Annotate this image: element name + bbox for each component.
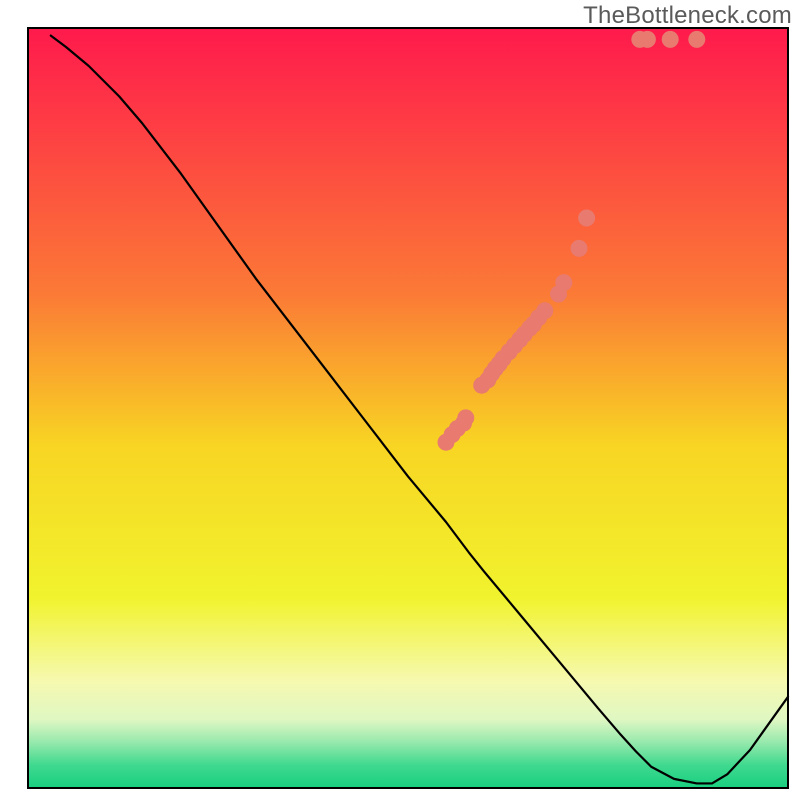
cluster-point (536, 302, 553, 319)
cluster-point (639, 31, 656, 48)
watermark-text: TheBottleneck.com (583, 2, 792, 30)
cluster-point (555, 274, 572, 291)
bottleneck-chart: TheBottleneck.com (0, 0, 800, 800)
cluster-point (662, 31, 679, 48)
cluster-point (578, 210, 595, 227)
cluster-point (571, 240, 588, 257)
plot-background (28, 28, 788, 788)
cluster-point (457, 409, 474, 426)
cluster-point (688, 31, 705, 48)
chart-svg (0, 0, 800, 800)
